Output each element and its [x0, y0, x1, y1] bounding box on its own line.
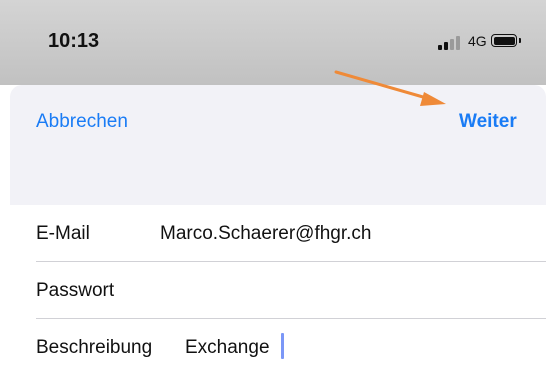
email-row[interactable]: E-Mail Marco.Schaerer@fhgr.ch	[10, 205, 546, 262]
network-type: 4G	[468, 33, 487, 49]
next-button[interactable]: Weiter	[459, 111, 517, 133]
email-label: E-Mail	[36, 223, 90, 244]
battery-icon	[491, 34, 517, 47]
text-cursor	[281, 333, 284, 359]
email-field[interactable]: Marco.Schaerer@fhgr.ch	[160, 223, 372, 245]
cancel-button[interactable]: Abbrechen	[36, 111, 128, 133]
cellular-signal-icon	[438, 36, 468, 50]
nav-bar: Abbrechen Weiter	[10, 85, 546, 205]
account-sheet: Abbrechen Weiter E-Mail Marco.Schaerer@f…	[10, 85, 546, 376]
account-form: E-Mail Marco.Schaerer@fhgr.ch Passwort B…	[10, 205, 546, 376]
description-label: Beschreibung	[36, 337, 153, 358]
description-row[interactable]: Beschreibung Exchange	[10, 319, 546, 376]
password-row[interactable]: Passwort	[10, 262, 546, 319]
battery-tip	[519, 38, 521, 43]
status-time: 10:13	[48, 30, 100, 52]
password-label: Passwort	[36, 280, 115, 301]
status-bar: 10:13 4G	[0, 0, 546, 85]
description-field[interactable]: Exchange	[185, 337, 270, 359]
